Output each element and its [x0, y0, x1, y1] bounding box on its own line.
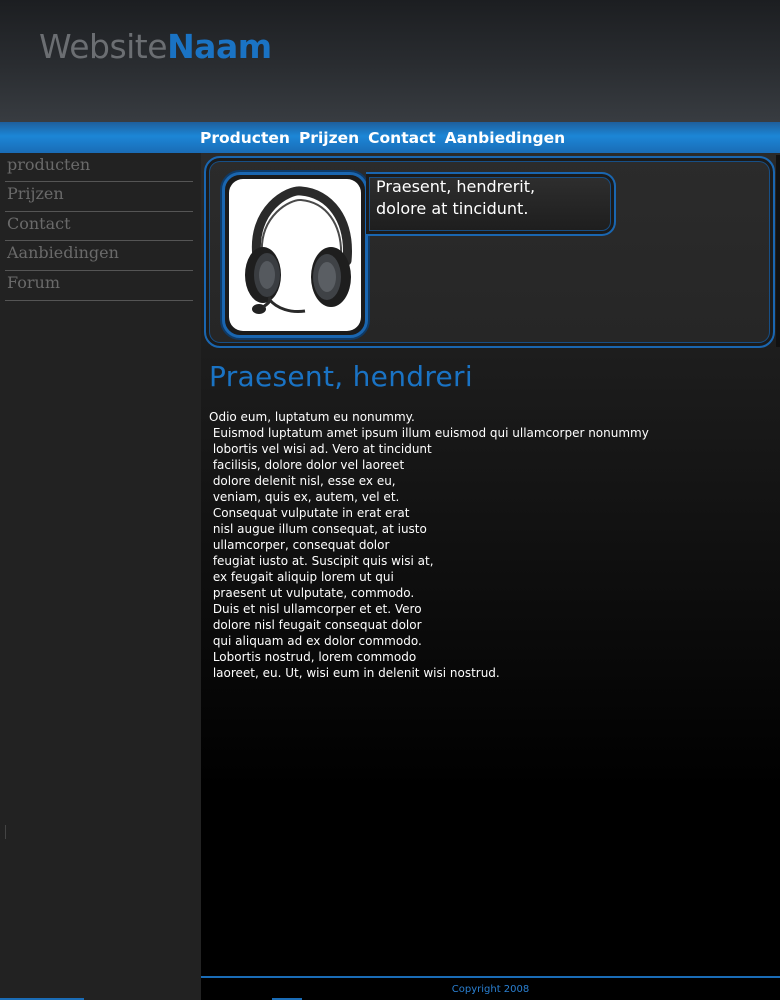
sidebar-item-prijzen[interactable]: Prijzen	[5, 182, 193, 212]
main-content: Praesent, hendrerit, dolore at tincidunt…	[201, 153, 780, 1000]
logo-text-naam: Naam	[167, 27, 272, 66]
page: WebsiteNaam Producten Prijzen Contact Aa…	[0, 0, 780, 1000]
footer-divider	[201, 976, 780, 978]
feature-caption: Praesent, hendrerit, dolore at tincidunt…	[376, 176, 606, 220]
feature-edge	[776, 155, 780, 347]
sidebar-item-forum[interactable]: Forum	[5, 271, 193, 301]
topnav-item-aanbiedingen[interactable]: Aanbiedingen	[445, 128, 566, 148]
footer-copyright: Copyright 2008	[451, 984, 530, 995]
sidebar-item-aanbiedingen[interactable]: Aanbiedingen	[5, 241, 193, 271]
feature-box: Praesent, hendrerit, dolore at tincidunt…	[204, 156, 775, 348]
product-image[interactable]	[229, 179, 361, 331]
product-image-frame	[222, 172, 368, 338]
sidebar: producten Prijzen Contact Aanbiedingen F…	[0, 153, 201, 1000]
content-body: Odio eum, luptatum eu nonummy. Euismod l…	[209, 410, 649, 680]
headphones-icon	[245, 186, 352, 314]
sidebar-item-contact[interactable]: Contact	[5, 212, 193, 241]
header: WebsiteNaam	[0, 0, 780, 122]
topnav-item-contact[interactable]: Contact	[368, 128, 436, 148]
page-title: Praesent, hendreri	[209, 360, 473, 393]
top-navigation: Producten Prijzen Contact Aanbiedingen	[0, 122, 780, 153]
sidebar-item-producten[interactable]: producten	[5, 153, 193, 182]
sidebar-mark	[5, 825, 6, 839]
topnav-item-prijzen[interactable]: Prijzen	[299, 128, 359, 148]
feature-caption-text: Praesent, hendrerit, dolore at tincidunt…	[376, 177, 536, 218]
topnav-item-producten[interactable]: Producten	[200, 128, 290, 148]
site-logo[interactable]: WebsiteNaam	[39, 27, 272, 67]
logo-text-website: Website	[39, 27, 168, 66]
